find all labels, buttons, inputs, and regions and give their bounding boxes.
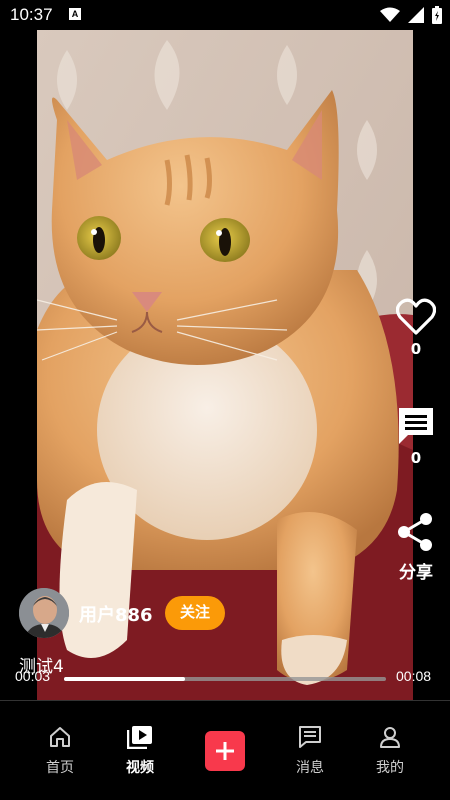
author-avatar[interactable] xyxy=(19,588,69,638)
profile-icon xyxy=(380,727,400,748)
author-username[interactable]: 用户886 xyxy=(79,601,153,627)
notification-icon: A xyxy=(69,8,81,20)
follow-button[interactable]: 关注 xyxy=(165,596,225,630)
comment-icon xyxy=(399,408,433,444)
nav-video-label: 视频 xyxy=(126,760,154,776)
bottom-nav: 首页 视频 消息 我的 xyxy=(0,700,450,800)
signal-icon xyxy=(408,7,424,23)
nav-profile-label: 我的 xyxy=(376,760,404,776)
video-frame xyxy=(37,30,413,700)
nav-profile[interactable]: 我的 xyxy=(360,725,420,777)
battery-icon xyxy=(432,6,442,24)
share-label: 分享 xyxy=(399,563,433,583)
share-action[interactable]: 分享 xyxy=(391,512,441,583)
status-icons xyxy=(380,6,442,24)
nav-home[interactable]: 首页 xyxy=(30,725,90,777)
nav-messages[interactable]: 消息 xyxy=(280,725,340,777)
comment-action[interactable]: 0 xyxy=(391,405,441,467)
home-icon xyxy=(50,727,70,747)
video-icon xyxy=(126,726,152,750)
nav-home-label: 首页 xyxy=(46,760,74,776)
nav-video[interactable]: 视频 xyxy=(110,725,170,777)
avatar-image xyxy=(19,588,69,638)
progress-fill xyxy=(64,677,185,681)
status-time: 10:37 xyxy=(10,5,53,24)
video-player[interactable] xyxy=(37,30,413,700)
wifi-icon xyxy=(380,7,400,22)
nav-messages-label: 消息 xyxy=(296,760,324,776)
heart-icon xyxy=(395,298,437,335)
like-count: 0 xyxy=(410,340,422,358)
current-time: 00:03 xyxy=(15,668,51,684)
status-bar: 10:37 A xyxy=(0,0,450,30)
message-icon xyxy=(299,726,321,748)
comment-count: 0 xyxy=(410,449,422,467)
like-action[interactable]: 0 xyxy=(391,298,441,358)
plus-icon xyxy=(216,742,234,760)
add-button[interactable] xyxy=(205,731,245,771)
total-time: 00:08 xyxy=(396,668,432,684)
share-icon xyxy=(398,513,432,551)
progress-bar[interactable] xyxy=(64,677,386,681)
